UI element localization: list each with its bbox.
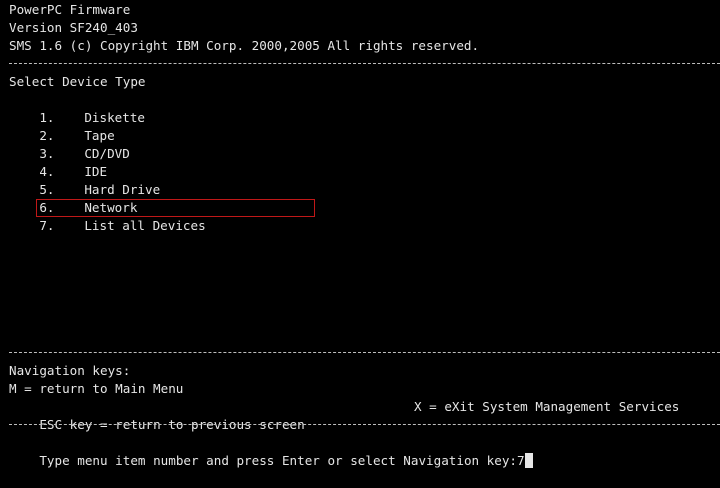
- menu-item-ide[interactable]: 4. IDE: [9, 145, 107, 179]
- nav-key-exit[interactable]: X = eXit System Management Services: [414, 398, 679, 416]
- menu-item-number: 7.: [39, 218, 55, 233]
- firmware-version: Version SF240_403: [9, 20, 138, 35]
- menu-item-tape[interactable]: 2. Tape: [9, 109, 114, 143]
- navigation-keys-title: Navigation keys:: [9, 363, 131, 378]
- menu-item-cd-dvd[interactable]: 3. CD/DVD: [9, 127, 130, 161]
- nav-keys-row: ESC key = return to previous screen X = …: [9, 398, 720, 432]
- nav-key-main-menu[interactable]: M = return to Main Menu: [9, 380, 183, 398]
- selection-highlight-box: [36, 199, 315, 217]
- prompt-text: Type menu item number and press Enter or…: [39, 453, 518, 468]
- separator-middle: [9, 352, 720, 353]
- menu-item-diskette[interactable]: 1. Diskette: [9, 91, 145, 125]
- menu-item-network[interactable]: 6. Network: [9, 181, 137, 215]
- command-prompt[interactable]: Type menu item number and press Enter or…: [9, 434, 533, 468]
- menu-item-hard-drive[interactable]: 5. Hard Drive: [9, 163, 160, 197]
- menu-item-label: List all Devices: [84, 218, 206, 233]
- text-cursor: [524, 453, 533, 468]
- menu-title: Select Device Type: [9, 74, 146, 89]
- separator-top: [9, 63, 720, 64]
- firmware-name: PowerPC Firmware: [9, 2, 131, 17]
- copyright-notice: SMS 1.6 (c) Copyright IBM Corp. 2000,200…: [9, 38, 480, 53]
- separator-bottom: [9, 424, 720, 425]
- prompt-input-value[interactable]: 7: [517, 453, 525, 468]
